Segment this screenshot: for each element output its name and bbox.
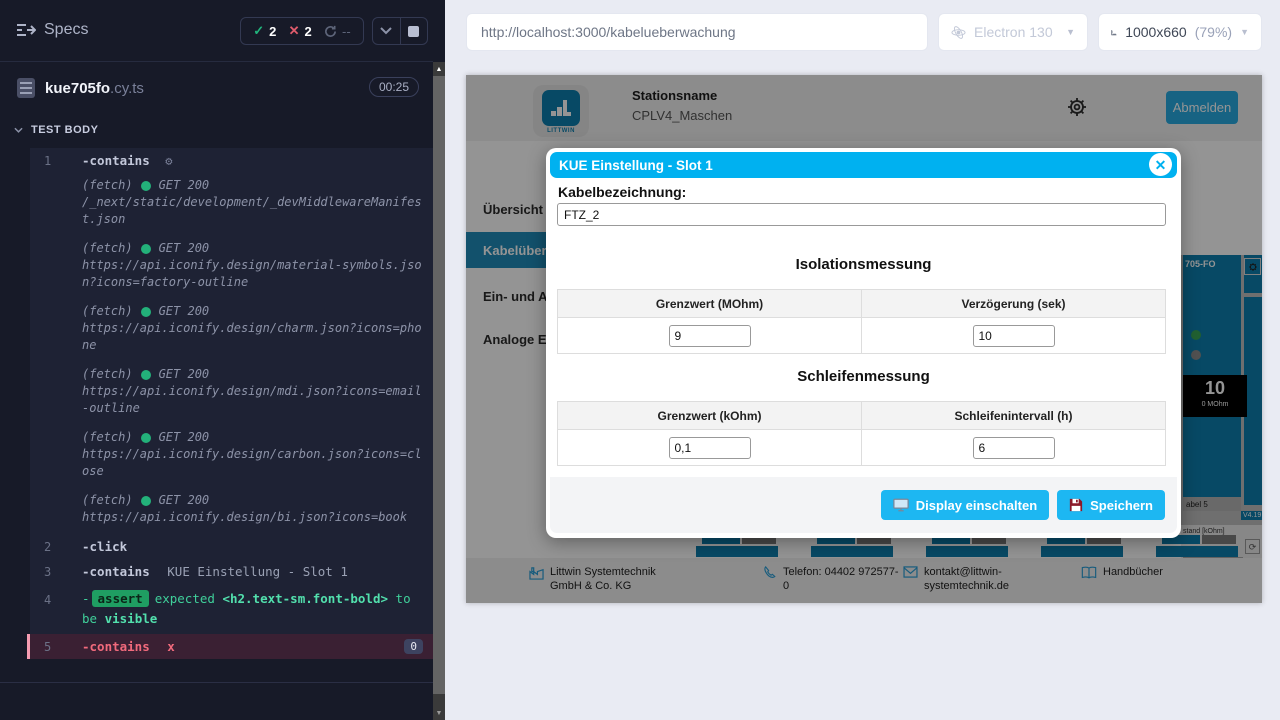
schleifenmessung-table: Grenzwert (kOhm) Schleifenintervall (h) xyxy=(557,401,1166,466)
match-count-badge: 0 xyxy=(404,639,423,654)
schleifenmessung-heading: Schleifenmessung xyxy=(546,368,1181,385)
gear-icon: ⚙ xyxy=(165,154,172,168)
browser-select[interactable]: Electron 130 ▼ xyxy=(938,13,1088,51)
chevron-down-icon: ▼ xyxy=(1066,27,1075,37)
collapse-button[interactable] xyxy=(373,18,400,44)
specs-menu-icon[interactable] xyxy=(16,22,36,43)
spec-file-row[interactable]: kue705fo.cy.ts 00:25 xyxy=(0,62,433,114)
ruler-icon xyxy=(1111,25,1117,40)
modal-footer: Display einschalten Speichern xyxy=(550,477,1177,533)
stat-failed: ✕2 xyxy=(289,23,312,39)
fetch-log-entry: (fetch)GET 200 /_next/static/development… xyxy=(30,173,433,236)
stat-pending: -- xyxy=(324,24,351,39)
electron-icon xyxy=(951,25,966,40)
command-contains-3[interactable]: 3 -contains KUE Einstellung - Slot 1 xyxy=(30,559,433,584)
loop-col1-header: Grenzwert (kOhm) xyxy=(558,402,861,429)
url-bar[interactable] xyxy=(466,13,928,51)
stop-icon xyxy=(408,26,419,37)
status-dot-icon xyxy=(141,370,151,380)
log-divider xyxy=(0,682,433,683)
fetch-log-entry: (fetch)GET 200 https://api.iconify.desig… xyxy=(30,488,433,534)
save-floppy-icon xyxy=(1069,498,1083,512)
modal-header: KUE Einstellung - Slot 1 ✕ xyxy=(550,152,1177,178)
speichern-button[interactable]: Speichern xyxy=(1057,490,1165,520)
spec-file-name: kue705fo.cy.ts xyxy=(45,80,144,97)
x-icon: ✕ xyxy=(289,23,300,39)
modal-title: KUE Einstellung - Slot 1 xyxy=(550,158,713,173)
chevron-down-icon: ▼ xyxy=(1240,27,1249,37)
scroll-up-arrow[interactable]: ▲ xyxy=(433,62,445,76)
scroll-down-arrow[interactable]: ▼ xyxy=(433,706,445,720)
command-log: 1 -contains ⚙ (fetch)GET 200 /_next/stat… xyxy=(30,148,433,659)
status-dot-icon xyxy=(141,244,151,254)
test-stats: ✓2 ✕2 -- xyxy=(240,17,364,45)
fetch-log-entry: (fetch)GET 200 https://api.iconify.desig… xyxy=(30,236,433,299)
stat-passed: ✓2 xyxy=(253,23,276,39)
status-dot-icon xyxy=(141,181,151,191)
verzoegerung-sek-input[interactable] xyxy=(973,325,1055,347)
fetch-log-entry: (fetch)GET 200 https://api.iconify.desig… xyxy=(30,362,433,425)
viewport-select[interactable]: 1000x660 (79%) ▼ xyxy=(1098,13,1262,51)
chevron-down-icon xyxy=(380,27,392,35)
aut-panel: Electron 130 ▼ 1000x660 (79%) ▼ LITTWIN … xyxy=(445,0,1280,720)
reporter-scrollbar[interactable]: ▲ ▼ xyxy=(433,62,445,720)
monitor-icon xyxy=(893,498,909,512)
command-assert[interactable]: 4 -assertexpected <h2.text-sm.font-bold>… xyxy=(30,584,433,634)
assert-badge: assert xyxy=(92,590,149,607)
command-click[interactable]: 2 -click xyxy=(30,534,433,559)
status-dot-icon xyxy=(141,307,151,317)
fetch-log-entry: (fetch)GET 200 https://api.iconify.desig… xyxy=(30,299,433,362)
close-icon[interactable]: ✕ xyxy=(1149,153,1172,176)
command-contains-failed[interactable]: 5 -contains x 0 xyxy=(27,634,433,659)
test-body-toggle[interactable]: TEST BODY xyxy=(14,124,98,136)
fail-x-icon: x xyxy=(167,639,175,654)
display-einschalten-button[interactable]: Display einschalten xyxy=(881,490,1049,520)
runner-controls xyxy=(372,17,428,45)
grenzwert-mohm-input[interactable] xyxy=(669,325,751,347)
refresh-icon xyxy=(324,25,337,38)
kabelbezeichnung-input[interactable] xyxy=(557,203,1166,226)
schleifenintervall-input[interactable] xyxy=(973,437,1055,459)
cypress-reporter: Specs ✓2 ✕2 -- kue705fo.cy.ts 00:25 TEST… xyxy=(0,0,445,720)
fetch-log-entry: (fetch)GET 200 https://api.iconify.desig… xyxy=(30,425,433,488)
status-dot-icon xyxy=(141,496,151,506)
stop-button[interactable] xyxy=(400,18,428,44)
status-dot-icon xyxy=(141,433,151,443)
kabelbezeichnung-label: Kabelbezeichnung: xyxy=(558,184,686,200)
command-contains-1[interactable]: 1 -contains ⚙ xyxy=(30,148,433,173)
iso-col2-header: Verzögerung (sek) xyxy=(861,290,1165,317)
check-icon: ✓ xyxy=(253,23,264,39)
chevron-down-icon xyxy=(14,127,23,133)
isolationsmessung-heading: Isolationsmessung xyxy=(546,256,1181,273)
spec-duration-badge: 00:25 xyxy=(369,77,419,97)
app-viewport: LITTWIN Stationsname CPLV4_Maschen Abmel… xyxy=(466,75,1262,603)
specs-title: Specs xyxy=(44,21,88,39)
grenzwert-kohm-input[interactable] xyxy=(669,437,751,459)
iso-col1-header: Grenzwert (MOhm) xyxy=(558,290,861,317)
scrollbar-thumb[interactable] xyxy=(433,76,445,694)
loop-col2-header: Schleifenintervall (h) xyxy=(861,402,1165,429)
isolationsmessung-table: Grenzwert (MOhm) Verzögerung (sek) xyxy=(557,289,1166,354)
kue-settings-modal: KUE Einstellung - Slot 1 ✕ Kabelbezeichn… xyxy=(546,148,1181,538)
reporter-header: Specs ✓2 ✕2 -- xyxy=(0,0,433,62)
spec-file-icon xyxy=(17,78,35,98)
